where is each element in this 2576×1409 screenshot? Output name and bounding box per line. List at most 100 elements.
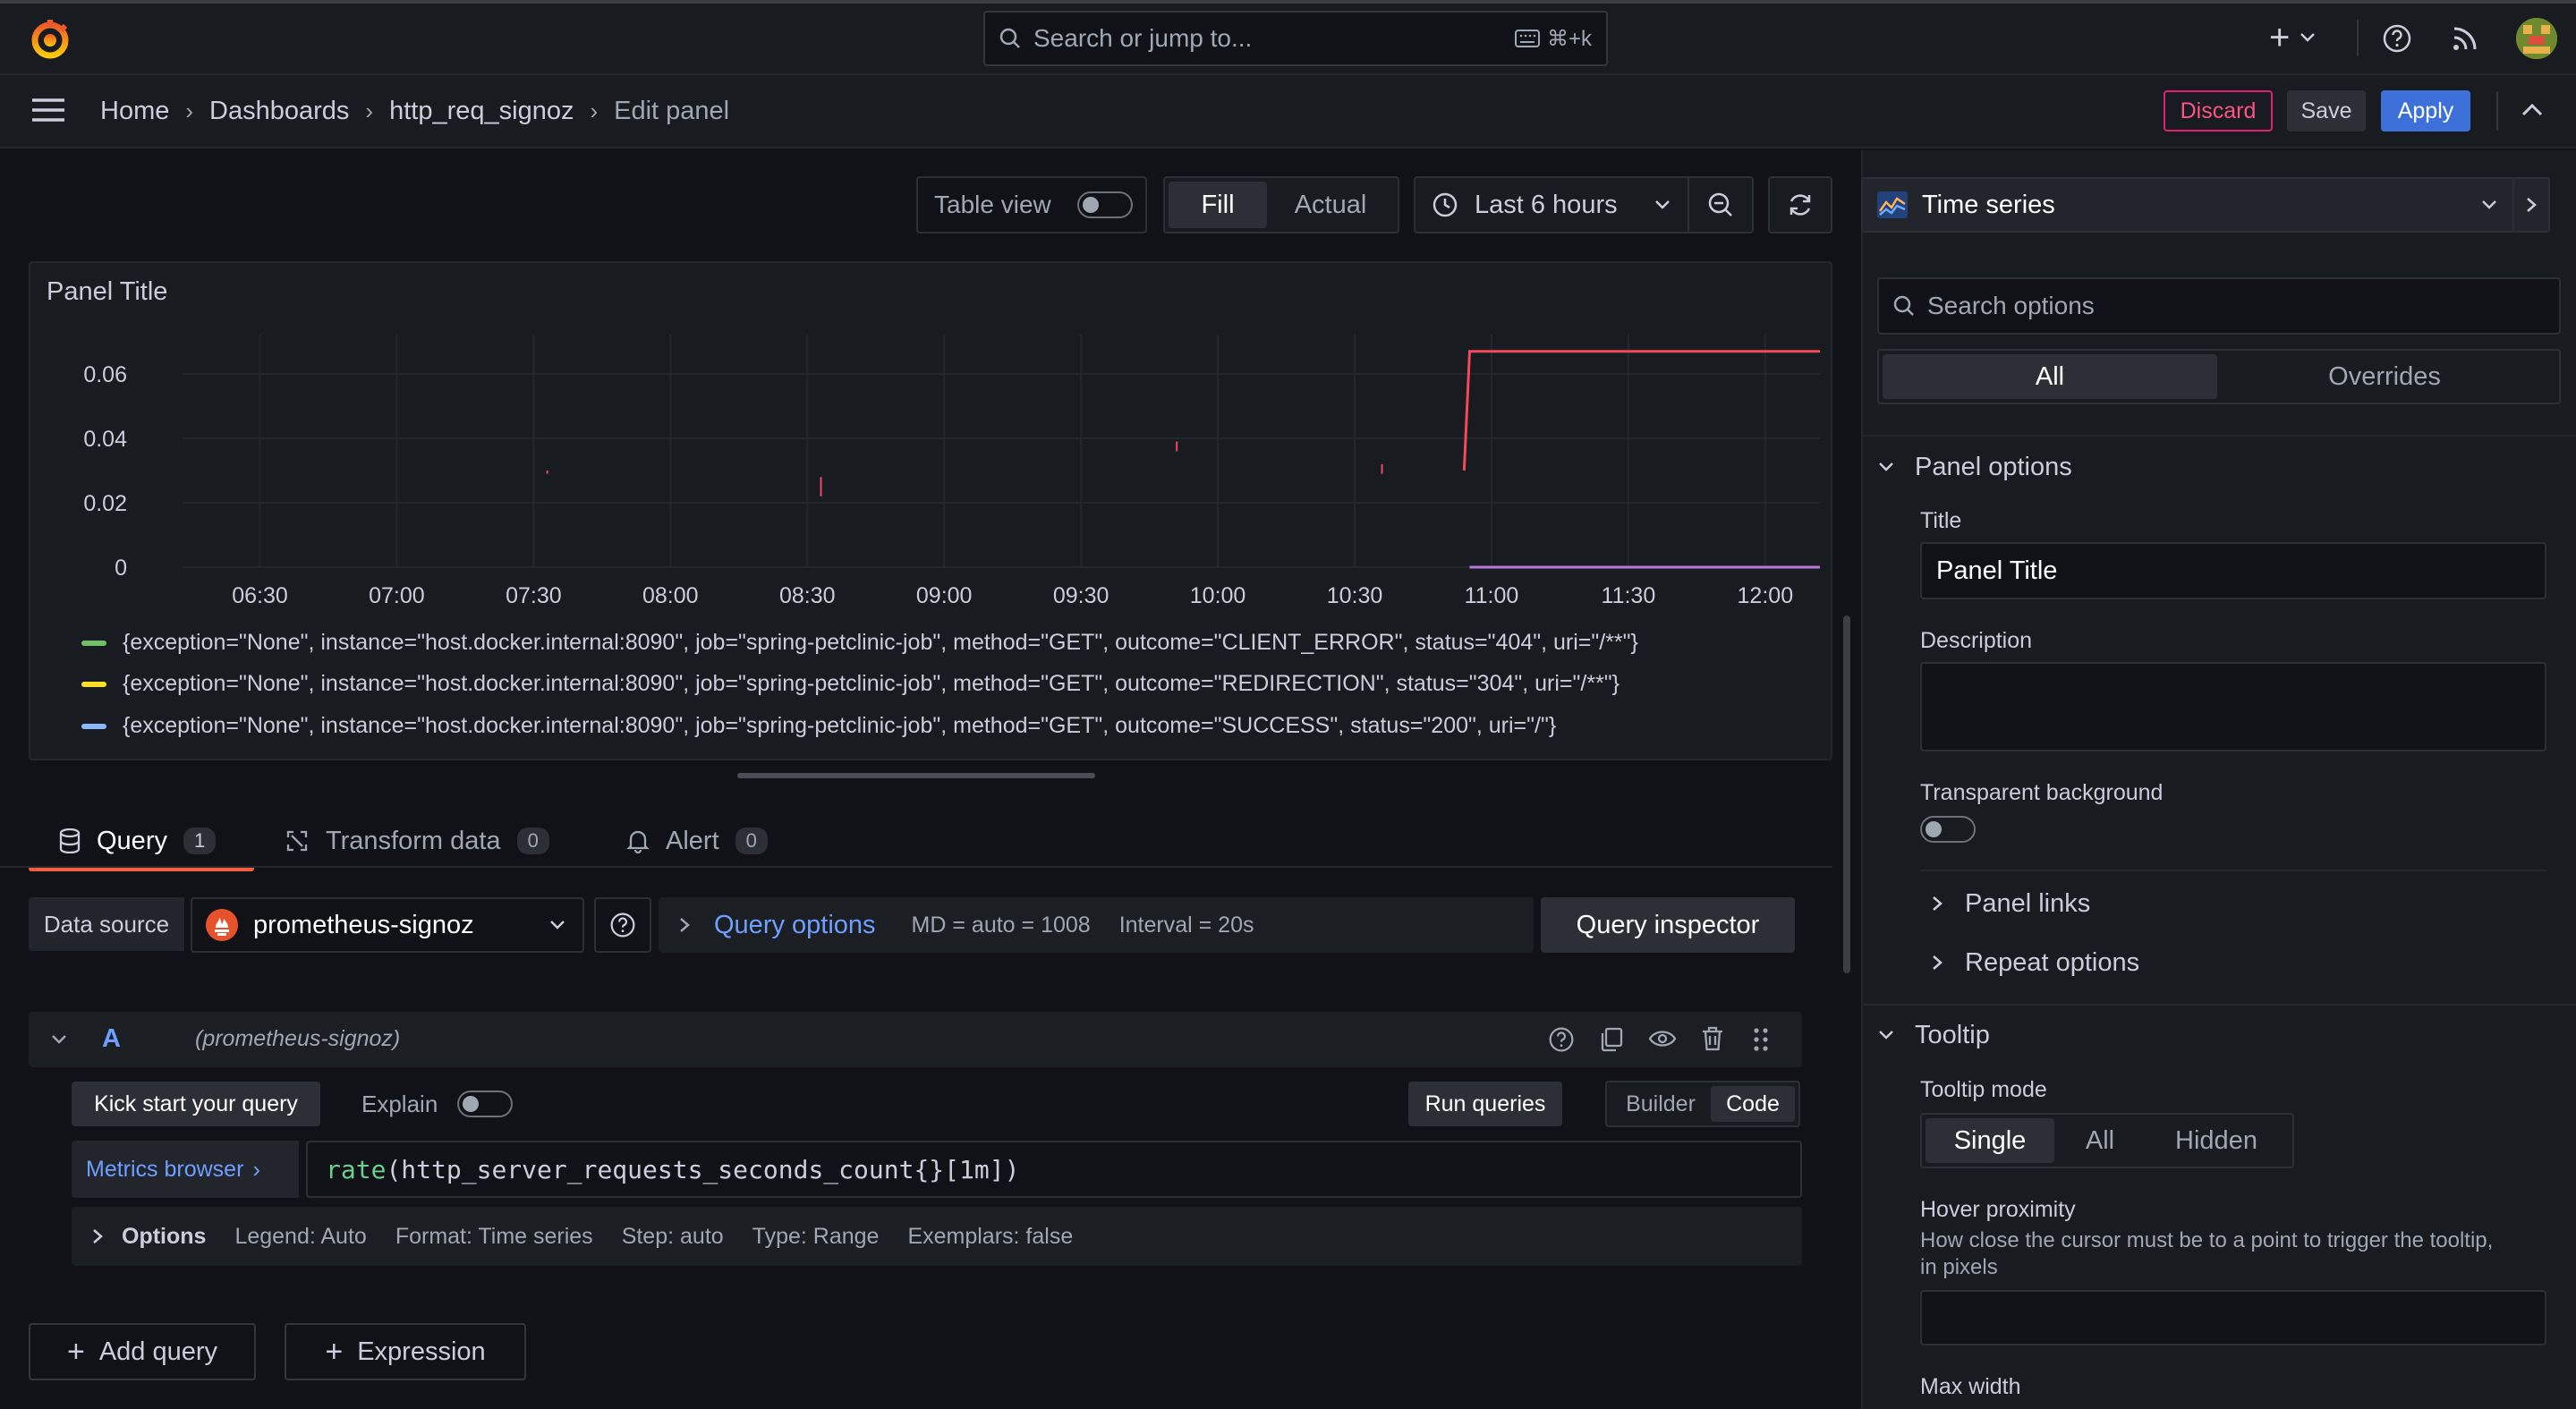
- breadcrumb-dashboards[interactable]: Dashboards: [209, 97, 349, 126]
- tab-query[interactable]: Query 1: [29, 814, 254, 871]
- search-shortcut: ⌘+k: [1546, 26, 1592, 51]
- transparent-label: Transparent background: [1920, 780, 2164, 805]
- apply-button[interactable]: Apply: [2381, 90, 2470, 132]
- menu-icon[interactable]: [30, 97, 66, 123]
- chevron-down-icon: [1654, 199, 1671, 211]
- hover-proximity-label: Hover proximity: [1920, 1197, 2076, 1222]
- options-type: Type: Range: [752, 1223, 880, 1249]
- time-range-picker[interactable]: Last 6 hours: [1414, 176, 1689, 233]
- chevron-down-icon: [1877, 461, 1895, 473]
- add-query-button[interactable]: + Add query: [29, 1323, 256, 1380]
- help-icon[interactable]: [1548, 1026, 1575, 1053]
- fill-option[interactable]: Fill: [1169, 182, 1267, 228]
- panel-title-input[interactable]: Panel Title: [1920, 542, 2546, 599]
- panel-resize-handle[interactable]: [737, 773, 1095, 778]
- mode-all[interactable]: All: [2054, 1118, 2146, 1163]
- legend-item[interactable]: {exception="None", instance="host.docker…: [81, 713, 1556, 739]
- mode-single[interactable]: Single: [1926, 1118, 2054, 1163]
- tab-alert-count: 0: [735, 828, 768, 854]
- legend-item[interactable]: {exception="None", instance="host.docker…: [81, 630, 1638, 656]
- tab-overrides[interactable]: Overrides: [2217, 354, 2552, 399]
- plus-icon: +: [2269, 18, 2291, 57]
- save-button[interactable]: Save: [2287, 90, 2366, 132]
- breadcrumb-dashboard[interactable]: http_req_signoz: [389, 97, 574, 126]
- tab-alert-label: Alert: [666, 826, 719, 855]
- breadcrumb-separator-icon: ›: [185, 97, 194, 124]
- chevron-down-icon[interactable]: [50, 1033, 68, 1046]
- description-textarea[interactable]: [1920, 662, 2546, 751]
- visualization-picker[interactable]: Time series: [1861, 177, 2516, 233]
- query-options-bar[interactable]: Query options MD = auto = 1008 Interval …: [659, 897, 1534, 953]
- time-series-icon: [1877, 191, 1908, 218]
- panel-links-section[interactable]: Panel links: [1931, 884, 2090, 923]
- trash-icon[interactable]: [1700, 1025, 1725, 1052]
- duplicate-icon[interactable]: [1598, 1026, 1625, 1053]
- editor-mode-switch: Builder Code: [1605, 1081, 1800, 1127]
- toggle-switch[interactable]: [457, 1091, 514, 1117]
- news-feed-icon[interactable]: [2452, 25, 2478, 52]
- chevron-right-icon: [1931, 895, 1943, 912]
- discard-button[interactable]: Discard: [2164, 90, 2273, 132]
- query-options-label: Query options: [714, 910, 876, 939]
- options-divider: [1920, 870, 2546, 871]
- expression-button[interactable]: + Expression: [285, 1323, 526, 1380]
- datasource-picker[interactable]: prometheus-signoz: [191, 897, 584, 953]
- run-queries-button[interactable]: Run queries: [1408, 1082, 1562, 1126]
- user-avatar[interactable]: [2516, 18, 2557, 59]
- tab-transform[interactable]: Transform data 0: [285, 814, 549, 868]
- metrics-browser-button[interactable]: Metrics browser ›: [72, 1141, 299, 1198]
- query-ref-id[interactable]: A: [102, 1024, 121, 1054]
- legend-item[interactable]: {exception="None", instance="host.docker…: [81, 671, 1620, 697]
- tab-all[interactable]: All: [1883, 354, 2217, 399]
- chevron-down-icon: [548, 919, 566, 931]
- kick-start-button[interactable]: Kick start your query: [72, 1082, 320, 1126]
- hover-proximity-input[interactable]: [1920, 1290, 2546, 1345]
- toggle-knob: [1926, 821, 1942, 837]
- drag-handle-icon[interactable]: [1752, 1026, 1770, 1053]
- search-bar[interactable]: Search or jump to... ⌘+k: [983, 11, 1608, 66]
- query-code-editor[interactable]: rate (http_server_requests_seconds_count{…: [306, 1141, 1802, 1198]
- refresh-button[interactable]: [1768, 176, 1832, 233]
- add-menu-button[interactable]: +: [2269, 20, 2317, 55]
- query-row-header: A (prometheus-signoz): [29, 1012, 1802, 1067]
- tooltip-section-header[interactable]: Tooltip: [1877, 1015, 1990, 1055]
- tab-alert[interactable]: Alert 0: [626, 814, 768, 868]
- datasource-name: prometheus-signoz: [253, 910, 474, 939]
- transparent-toggle[interactable]: [1920, 816, 1976, 843]
- query-inspector-button[interactable]: Query inspector: [1541, 897, 1795, 953]
- panel-title-value: Panel Title: [1936, 556, 2058, 585]
- search-options-input[interactable]: Search options: [1877, 277, 2561, 335]
- expression-label: Expression: [357, 1337, 486, 1366]
- code-option[interactable]: Code: [1711, 1086, 1795, 1122]
- mode-hidden[interactable]: Hidden: [2146, 1118, 2287, 1163]
- tooltip-mode-switch: Single All Hidden: [1920, 1113, 2294, 1168]
- search-icon: [1892, 293, 1917, 318]
- metrics-browser-label: Metrics browser: [86, 1156, 244, 1182]
- repeat-options-section[interactable]: Repeat options: [1931, 943, 2139, 982]
- refresh-icon: [1786, 191, 1815, 219]
- left-scrollbar[interactable]: [1843, 615, 1850, 973]
- toggle-switch[interactable]: [1077, 191, 1133, 218]
- panel-links-title: Panel links: [1965, 888, 2091, 918]
- builder-option[interactable]: Builder: [1611, 1086, 1711, 1122]
- table-view-toggle[interactable]: Table view: [916, 176, 1147, 233]
- datasource-help-button[interactable]: [594, 897, 651, 953]
- options-format: Format: Time series: [395, 1223, 593, 1249]
- help-icon[interactable]: [2382, 23, 2412, 54]
- query-options-row[interactable]: Options Legend: Auto Format: Time series…: [72, 1207, 1802, 1266]
- collapse-options-button[interactable]: [2512, 177, 2550, 233]
- tooltip-title: Tooltip: [1915, 1020, 1990, 1049]
- zoom-out-button[interactable]: [1688, 176, 1754, 233]
- chevron-up-icon[interactable]: [2520, 100, 2545, 118]
- panel-options-section-header[interactable]: Panel options: [1877, 447, 2072, 487]
- breadcrumb-separator-icon: ›: [365, 97, 374, 124]
- explain-toggle[interactable]: Explain: [361, 1086, 514, 1122]
- tab-query-label: Query: [97, 826, 167, 855]
- actual-option[interactable]: Actual: [1267, 182, 1394, 228]
- query-function: rate: [326, 1154, 387, 1184]
- clock-icon: [1432, 191, 1458, 218]
- zoom-out-icon: [1706, 191, 1735, 219]
- grafana-logo-icon[interactable]: [29, 18, 72, 61]
- eye-icon[interactable]: [1648, 1028, 1677, 1049]
- breadcrumb-home[interactable]: Home: [100, 97, 169, 126]
